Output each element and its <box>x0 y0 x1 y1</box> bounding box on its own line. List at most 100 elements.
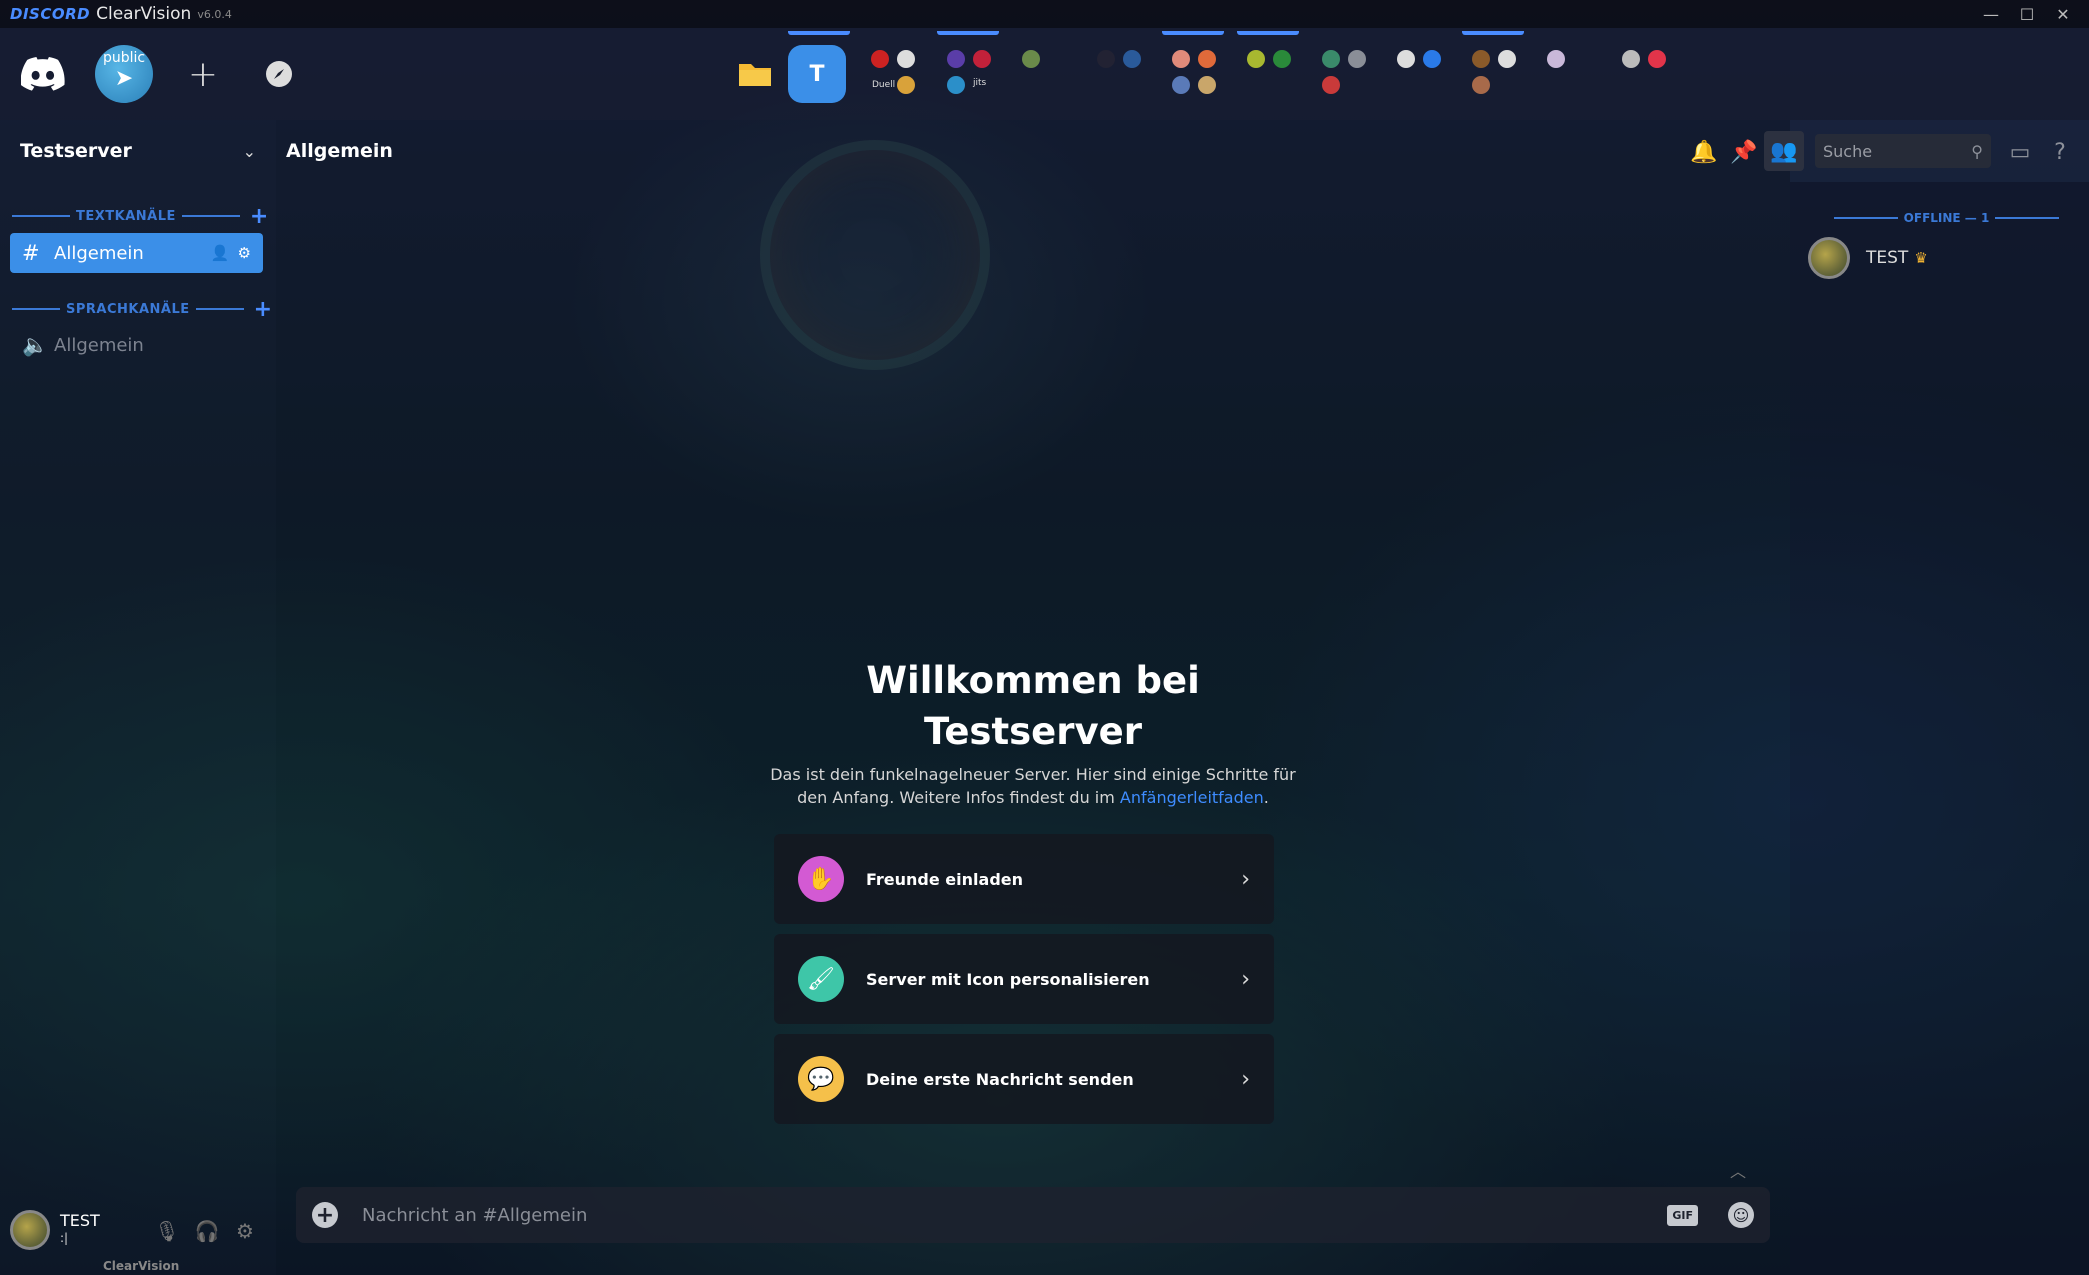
member-category-label: OFFLINE — 1 <box>1903 211 1990 225</box>
welcome-title: Willkommen bei Testserver <box>276 655 1790 757</box>
bell-icon[interactable]: 🔔 <box>1690 138 1718 166</box>
category-divider <box>12 215 70 217</box>
cursor-icon: ➤ <box>114 65 134 91</box>
server-mini-icon[interactable] <box>1123 50 1141 68</box>
server-mini-icon[interactable] <box>1022 50 1040 68</box>
server-mini-label: jits <box>973 78 987 88</box>
compass-icon <box>266 61 292 87</box>
member-category: OFFLINE — 1 <box>1834 210 2059 226</box>
invite-friends-card[interactable]: ✋ Freunde einladen › <box>774 834 1274 924</box>
server-bar: public ➤ + T Duell jits <box>0 28 2089 120</box>
category-text-channels[interactable]: TEXTKANÄLE + <box>12 204 268 229</box>
channel-allgemein-text[interactable]: # Allgemein 👤 ⚙ <box>10 233 263 273</box>
category-voice-channels[interactable]: SPRACHKANÄLE + <box>12 297 272 322</box>
category-divider <box>1834 217 1898 219</box>
search-input[interactable]: Suche ⚲ <box>1815 134 1991 168</box>
first-message-card[interactable]: 💬 Deine erste Nachricht senden › <box>774 1034 1274 1124</box>
server-mini-icon[interactable] <box>1322 50 1340 68</box>
explore-servers-button[interactable] <box>250 45 308 103</box>
channel-label: Allgemein <box>54 334 144 356</box>
gif-button[interactable]: GIF <box>1667 1204 1698 1226</box>
server-header[interactable]: Testserver ⌄ <box>0 120 276 182</box>
headphones-icon[interactable]: 🎧 <box>193 1217 221 1245</box>
attach-plus-icon[interactable]: + <box>312 1202 338 1228</box>
member-list-icon[interactable]: 👥 <box>1764 131 1804 171</box>
title-bar: DISCORD ClearVision v6.0.4 — ☐ ✕ <box>0 0 2089 28</box>
server-mini-label: Duell <box>872 80 896 90</box>
member-name: TEST <box>1866 248 1909 268</box>
home-button[interactable] <box>15 45 73 103</box>
welcome-desc-line1: Das ist dein funkelnagelneuer Server. Hi… <box>770 765 1296 784</box>
server-mini-icon[interactable] <box>1397 50 1415 68</box>
server-mini-icon[interactable] <box>897 50 915 68</box>
server-mini-icon[interactable] <box>1498 50 1516 68</box>
minimize-button[interactable]: — <box>1973 0 2009 28</box>
server-mini-icon[interactable] <box>1198 76 1216 94</box>
server-folder[interactable] <box>726 45 784 103</box>
folder-indicator <box>1162 31 1224 35</box>
member-item[interactable]: TEST ♛ <box>1808 236 2068 280</box>
server-mini-icon[interactable] <box>1172 76 1190 94</box>
server-mini-icon[interactable] <box>1423 50 1441 68</box>
welcome-desc-suffix: . <box>1263 788 1269 807</box>
clearvision-watermark: ClearVision <box>103 1259 180 1273</box>
server-testserver[interactable]: T <box>788 45 846 103</box>
gear-icon[interactable]: ⚙ <box>238 244 251 262</box>
message-input[interactable]: Nachricht an #Allgemein <box>362 1205 1667 1226</box>
add-channel-icon[interactable]: + <box>254 297 272 322</box>
beginner-guide-link[interactable]: Anfängerleitfaden <box>1120 788 1264 807</box>
avatar[interactable] <box>10 1210 50 1250</box>
server-mini-icon[interactable] <box>1097 50 1115 68</box>
welcome-title-line1: Willkommen bei <box>866 659 1200 702</box>
message-composer[interactable]: + Nachricht an #Allgemein GIF ☺ <box>296 1187 1770 1243</box>
discord-logo-icon <box>21 57 65 91</box>
server-mini-icon[interactable] <box>897 76 915 94</box>
app-title: ClearVision <box>96 4 192 24</box>
chevron-down-icon: ⌄ <box>242 141 256 161</box>
search-icon: ⚲ <box>1971 141 1983 161</box>
pin-icon[interactable]: 📌 <box>1730 138 1758 166</box>
category-divider <box>195 308 244 310</box>
chevron-up-icon[interactable]: ︿ <box>1730 1158 1746 1182</box>
crown-icon: ♛ <box>1914 249 1928 267</box>
server-mini-icon[interactable] <box>1322 76 1340 94</box>
maximize-button[interactable]: ☐ <box>2009 0 2045 28</box>
server-public-label: public <box>102 49 146 66</box>
server-public[interactable]: public ➤ <box>95 45 153 103</box>
server-mini-icon[interactable] <box>871 50 889 68</box>
chevron-right-icon: › <box>1241 866 1250 892</box>
inbox-icon[interactable]: ▭ <box>2006 138 2034 166</box>
server-mini-icon[interactable] <box>1472 50 1490 68</box>
server-name: Testserver <box>20 140 132 162</box>
server-mini-icon[interactable] <box>973 50 991 68</box>
add-server-button[interactable]: + <box>174 45 232 103</box>
server-mini-icon[interactable] <box>1348 50 1366 68</box>
server-mini-icon[interactable] <box>947 76 965 94</box>
user-settings-icon[interactable]: ⚙ <box>231 1217 259 1245</box>
category-divider <box>181 215 240 217</box>
channel-allgemein-voice[interactable]: 🔈 Allgemein <box>10 325 263 365</box>
server-mini-icon[interactable] <box>1172 50 1190 68</box>
server-mini-icon[interactable] <box>1547 50 1565 68</box>
invite-icon[interactable]: 👤 <box>211 244 230 262</box>
server-mini-icon[interactable] <box>1198 50 1216 68</box>
server-mini-icon[interactable] <box>1273 50 1291 68</box>
server-mini-icon[interactable] <box>1622 50 1640 68</box>
category-divider <box>12 308 60 310</box>
microphone-icon[interactable]: 🎙 <box>153 1217 181 1245</box>
help-icon[interactable]: ? <box>2046 138 2074 166</box>
welcome-description: Das ist dein funkelnagelneuer Server. Hi… <box>276 763 1790 809</box>
personalize-icon-card[interactable]: 🖌 Server mit Icon personalisieren › <box>774 934 1274 1024</box>
emoji-icon[interactable]: ☺ <box>1728 1202 1754 1228</box>
server-mini-icon[interactable] <box>1472 76 1490 94</box>
server-mini-icon[interactable] <box>1648 50 1666 68</box>
close-button[interactable]: ✕ <box>2045 0 2081 28</box>
folder-indicator <box>1237 31 1299 35</box>
active-server-indicator <box>788 31 850 35</box>
server-mini-icon[interactable] <box>947 50 965 68</box>
user-status: :| <box>60 1231 69 1245</box>
add-channel-icon[interactable]: + <box>250 204 268 229</box>
hash-icon: # <box>22 241 40 265</box>
folder-icon <box>739 64 771 86</box>
server-mini-icon[interactable] <box>1247 50 1265 68</box>
